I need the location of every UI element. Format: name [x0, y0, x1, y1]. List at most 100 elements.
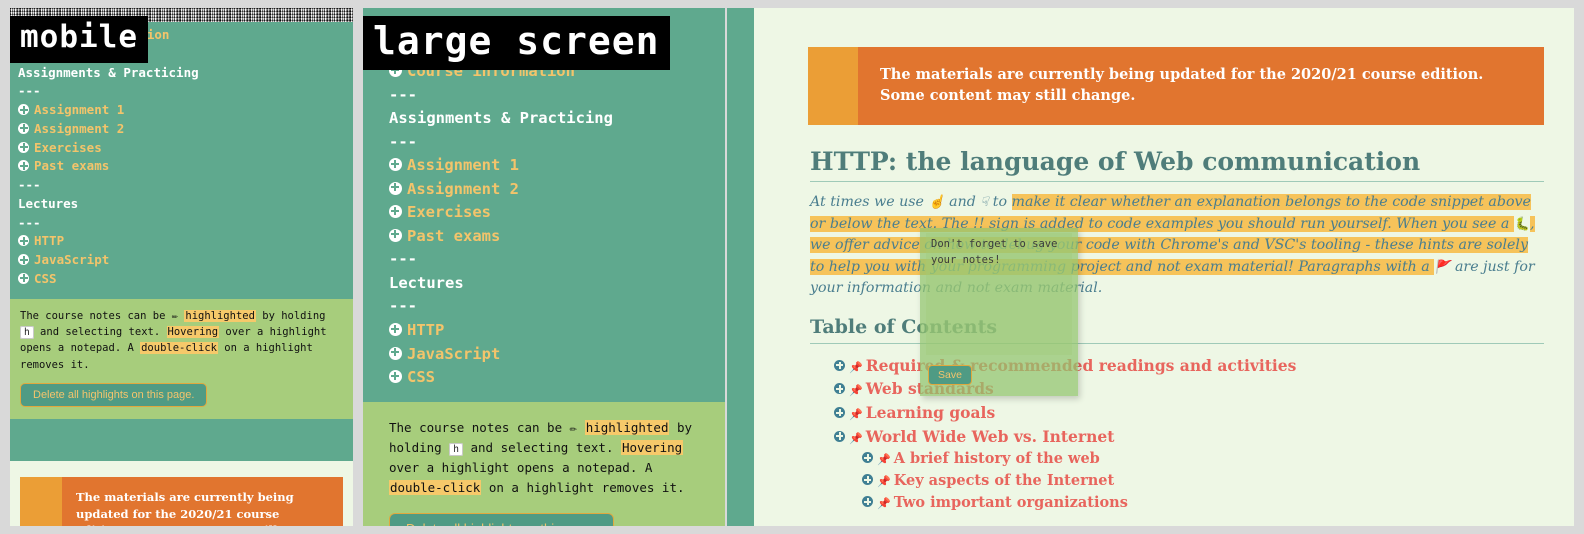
- circle-plus-icon: [389, 346, 402, 360]
- sidebar-item-past-exams[interactable]: Past exams: [18, 157, 345, 176]
- nav-divider: ---: [389, 85, 417, 104]
- circle-plus-icon: [389, 181, 402, 195]
- desktop-content-panel: The materials are currently being update…: [727, 8, 1574, 526]
- circle-plus-icon: [834, 383, 845, 395]
- pin-icon: 📌: [849, 408, 863, 422]
- double-click-word: double-click: [140, 342, 218, 355]
- highlight-help-text: The course notes can be ✏ highlighted by…: [389, 419, 693, 496]
- sidebar-item-assignment-2[interactable]: Assignment 2: [18, 120, 345, 139]
- circle-plus-icon: [18, 254, 29, 265]
- toc-item[interactable]: 📌 Learning goals: [834, 401, 1544, 425]
- circle-plus-icon: [389, 370, 402, 384]
- circle-plus-icon: [389, 323, 402, 337]
- circle-plus-icon: [18, 141, 29, 153]
- pointing-up-icon: ☝: [928, 195, 945, 211]
- mobile-sidebar-filler: [10, 419, 353, 462]
- sidebar-item-css[interactable]: CSS: [18, 270, 345, 289]
- flag-icon: 🚩: [1434, 259, 1451, 275]
- circle-plus-icon: [18, 122, 29, 134]
- pin-icon: 📌: [849, 384, 863, 398]
- sidebar-item-assignment-2[interactable]: Assignment 2: [389, 178, 715, 202]
- bug-icon: 🐛: [1513, 216, 1531, 232]
- toc-item[interactable]: 📌 World Wide Web vs. Internet: [834, 425, 1544, 449]
- sidebar-item-assignment-1[interactable]: Assignment 1: [18, 101, 345, 120]
- circle-plus-icon: [389, 205, 402, 219]
- nav-divider: ---: [389, 132, 417, 151]
- hovering-word: Hovering: [166, 325, 220, 338]
- page-title: HTTP: the language of Web communication: [810, 147, 1421, 177]
- mobile-viewport-panel: Course information --- Assignments & Pra…: [10, 8, 353, 526]
- highlight-help-text: The course notes can be ✏ highlighted by…: [20, 309, 327, 371]
- toc-item[interactable]: 📌 Key aspects of the Internet: [862, 470, 1544, 492]
- pin-icon: 📌: [877, 475, 891, 489]
- pencil-icon: ✏: [569, 419, 578, 435]
- nav-heading-assignments: Assignments & Practicing: [389, 109, 613, 128]
- circle-plus-icon: [389, 228, 402, 242]
- content-column: The materials are currently being update…: [754, 47, 1574, 514]
- nav-divider: ---: [389, 250, 417, 269]
- double-click-word: double-click: [389, 480, 482, 496]
- alert-accent-bar: [808, 47, 858, 126]
- highlighted-word: highlighted: [184, 309, 256, 322]
- screenshot-stage: Course information --- Assignments & Pra…: [0, 0, 1584, 534]
- circle-plus-icon: [834, 430, 845, 442]
- sidebar-item-exercises[interactable]: Exercises: [389, 201, 715, 225]
- nav-divider: ---: [18, 83, 41, 99]
- sidebar-item-http[interactable]: HTTP: [389, 319, 715, 343]
- circle-plus-icon: [18, 160, 29, 172]
- toc-item[interactable]: 📌 Two important organizations: [862, 492, 1544, 514]
- course-update-alert: The materials are currently being update…: [20, 477, 343, 526]
- sidebar-item-http[interactable]: HTTP: [18, 232, 345, 251]
- sidebar-item-assignment-1[interactable]: Assignment 1: [389, 154, 715, 178]
- circle-plus-icon: [18, 104, 29, 115]
- large-screen-viewport-panel: Course information --- Assignments & Pra…: [363, 8, 725, 526]
- pin-icon: 📌: [877, 453, 891, 467]
- delete-all-highlights-button[interactable]: Delete all highlights on this page.: [389, 512, 614, 526]
- circle-plus-icon: [389, 158, 402, 172]
- notepad-save-button[interactable]: Save: [928, 365, 972, 385]
- nav-divider: ---: [18, 177, 41, 192]
- circle-plus-icon: [834, 407, 845, 419]
- mobile-content-area: The materials are currently being update…: [10, 461, 353, 526]
- sidebar-item-javascript[interactable]: JavaScript: [18, 251, 345, 270]
- pin-icon: 📌: [849, 360, 863, 374]
- alert-message: The materials are currently being update…: [76, 490, 294, 526]
- nav-heading-lectures: Lectures: [389, 273, 464, 292]
- hovering-word: Hovering: [621, 439, 684, 455]
- course-update-alert: The materials are currently being update…: [808, 47, 1544, 126]
- alert-message: The materials are currently being update…: [858, 47, 1544, 126]
- sidebar-item-css[interactable]: CSS: [389, 366, 715, 390]
- circle-plus-icon: [18, 235, 29, 247]
- sidebar-item-past-exams[interactable]: Past exams: [389, 225, 715, 249]
- highlighted-word: highlighted: [584, 419, 670, 435]
- nav-heading-assignments: Assignments & Practicing: [18, 64, 199, 80]
- kbd-h-key: h: [20, 325, 34, 339]
- circle-plus-icon: [18, 272, 29, 284]
- circle-plus-icon: [834, 359, 845, 371]
- toc-item[interactable]: 📌 A brief history of the web: [862, 448, 1544, 470]
- nav-divider: ---: [18, 214, 41, 230]
- mobile-highlight-help-box: The course notes can be ✏ highlighted by…: [10, 298, 353, 420]
- circle-plus-icon: [862, 496, 873, 508]
- kbd-h-key: h: [449, 442, 463, 456]
- circle-plus-icon: [862, 474, 873, 486]
- alert-accent-bar: [20, 477, 62, 526]
- circle-plus-icon: [862, 452, 873, 464]
- nav-divider: ---: [389, 297, 417, 316]
- pin-icon: 📌: [849, 431, 863, 445]
- sidebar-rail: [727, 8, 754, 526]
- mobile-sidebar-nav: Course information --- Assignments & Pra…: [10, 22, 353, 299]
- mobile-panel-label: mobile: [10, 16, 148, 63]
- large-highlight-help-box: The course notes can be ✏ highlighted by…: [363, 401, 725, 526]
- title-divider: [810, 181, 1544, 183]
- delete-all-highlights-button[interactable]: Delete all highlights on this page.: [20, 383, 208, 408]
- nav-heading-lectures: Lectures: [18, 195, 79, 211]
- highlight-notepad-popup[interactable]: Don't forget to save your notes! Save: [920, 228, 1078, 396]
- pin-icon: 📌: [877, 497, 891, 511]
- notepad-textarea[interactable]: Don't forget to save your notes!: [926, 233, 1072, 355]
- large-screen-panel-label: large screen: [363, 16, 670, 70]
- mobile-nav-list: Course information --- Assignments & Pra…: [10, 22, 353, 299]
- sidebar-item-exercises[interactable]: Exercises: [18, 139, 345, 158]
- sidebar-item-javascript[interactable]: JavaScript: [389, 343, 715, 367]
- pencil-icon: ✏: [171, 309, 179, 322]
